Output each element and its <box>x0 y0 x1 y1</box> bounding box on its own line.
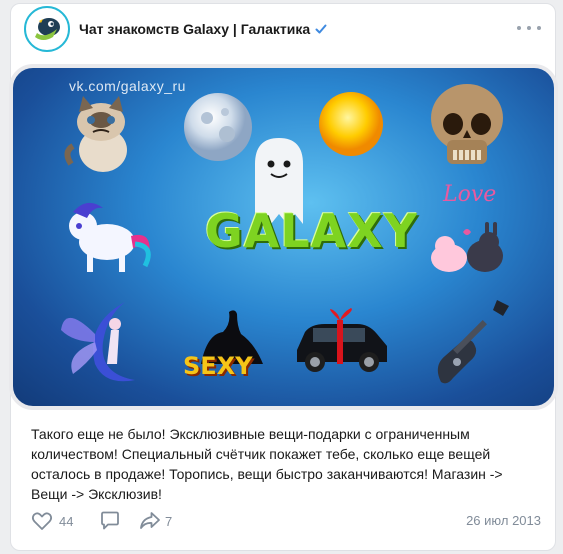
verified-icon <box>315 22 327 38</box>
moon-sticker <box>184 93 252 161</box>
group-avatar[interactable] <box>24 6 70 52</box>
share-button[interactable]: 7 <box>139 510 172 532</box>
author-name[interactable]: Чат знакомств Galaxy | Галактика <box>79 21 327 38</box>
author-name-text[interactable]: Чат знакомств Galaxy | Галактика <box>79 21 310 37</box>
like-icon <box>31 512 53 530</box>
share-icon <box>140 512 160 529</box>
post-date[interactable]: 26 июл 2013 <box>466 513 541 528</box>
comment-button[interactable] <box>99 510 121 532</box>
like-count: 44 <box>59 513 74 529</box>
post-text: Такого еще не было! Эксклюзивные вещи-по… <box>31 424 541 504</box>
post-text-line: осталось в продаже! Торопись, вещи быстр… <box>31 466 503 482</box>
guitar-sticker <box>437 300 509 384</box>
gift-car-sticker <box>297 308 387 372</box>
sun-sticker <box>319 92 383 156</box>
grumpy-cat-sticker <box>64 96 127 172</box>
love-bunnies-sticker <box>431 222 503 272</box>
skull-sticker <box>431 84 503 164</box>
comment-icon <box>101 511 119 530</box>
galaxy-avatar-icon <box>29 11 65 47</box>
share-count: 7 <box>165 513 173 529</box>
galaxy-logo-text: GALAXY <box>205 204 419 258</box>
post-text-line: количеством! Специальный счётчик покажет… <box>31 446 491 462</box>
post-text-line: Вещи -> Эксклюзив! <box>31 486 162 502</box>
like-button[interactable]: 44 <box>31 510 73 532</box>
fairy-moon-sticker <box>61 302 135 382</box>
more-icon[interactable] <box>517 18 541 38</box>
sexy-label: SEXY <box>183 352 253 380</box>
post-card: Чат знакомств Galaxy | Галактика vk.com/… <box>9 3 558 551</box>
pony-sticker <box>69 202 151 272</box>
love-label: Love <box>443 182 497 207</box>
post-header: Чат знакомств Galaxy | Галактика <box>11 4 555 58</box>
post-text-line: Такого еще не было! Эксклюзивные вещи-по… <box>31 426 470 442</box>
image-watermark: vk.com/galaxy_ru <box>69 78 186 94</box>
post-footer: 44 7 26 июл 2013 <box>31 510 541 532</box>
